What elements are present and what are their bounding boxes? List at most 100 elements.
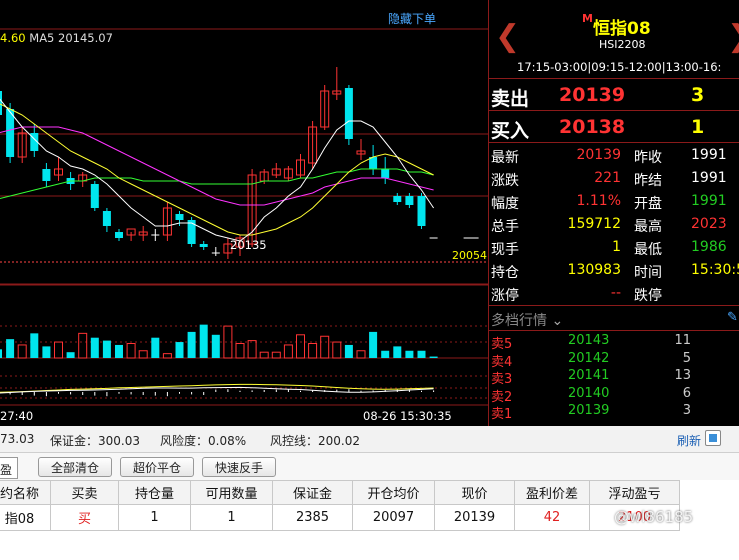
volume-bar <box>393 346 402 358</box>
table-cell: 1 <box>190 504 273 531</box>
candle-body <box>102 211 111 226</box>
refresh-icon[interactable] <box>705 430 721 446</box>
depth-level-label: 卖1 <box>491 407 513 422</box>
risk-value: 风险度：0.08% <box>160 434 247 448</box>
column-header[interactable]: 现价 <box>434 480 515 505</box>
divider <box>489 305 739 306</box>
volume-bar <box>296 334 305 359</box>
stat-label: 昨收 <box>634 150 662 166</box>
table-cell: 2385 <box>272 504 353 531</box>
quick-reverse-button[interactable]: 快速反手 <box>202 457 276 477</box>
ma-magenta-line <box>0 126 434 206</box>
depth-price[interactable]: 20140 <box>568 386 609 401</box>
depth-qty: 3 <box>682 403 691 418</box>
volume-bar <box>308 343 318 359</box>
table-row[interactable]: 指08 买 1 1 2385 20097 20139 42 2100 <box>0 504 680 531</box>
position-toolbar: 盈 全部清仓 超价平仓 快速反手 <box>0 453 739 480</box>
volume-bar <box>151 337 160 358</box>
hide-order-link[interactable]: 隐藏下单 <box>388 10 436 27</box>
double-chevron-down-icon: ⌄ <box>551 313 564 329</box>
equity-value: 73.03 <box>0 432 35 446</box>
column-header[interactable]: 盈利价差 <box>514 480 590 505</box>
volume-bar <box>344 344 353 358</box>
refresh-link[interactable]: 刷新 <box>677 432 701 449</box>
table-cell: 指08 <box>0 504 51 531</box>
candle-body <box>344 88 353 139</box>
stat-label: 开盘 <box>634 196 662 212</box>
depth-qty: 11 <box>674 333 691 348</box>
ma-legend-value: 4.60 <box>0 31 26 45</box>
column-header[interactable]: 持仓量 <box>118 480 191 505</box>
ask-price[interactable]: 20139 <box>559 84 625 106</box>
stat-label: 涨停 <box>491 288 519 304</box>
candle-body <box>42 169 51 181</box>
stat-label: 持仓 <box>491 265 519 281</box>
volume-bar <box>162 353 172 359</box>
depth-level-label: 卖5 <box>491 337 513 352</box>
depth-price[interactable]: 20139 <box>568 403 609 418</box>
depth-price[interactable]: 20142 <box>568 351 609 366</box>
stat-value: 1 <box>612 239 621 255</box>
stat-label: 最低 <box>634 242 662 258</box>
tab-profit[interactable]: 盈 <box>0 457 18 479</box>
kline-chart-canvas[interactable] <box>0 0 488 426</box>
stat-label: 跌停 <box>634 288 662 304</box>
volume-bar <box>126 343 136 359</box>
column-header[interactable]: 买卖 <box>50 480 119 505</box>
stat-label: 最高 <box>634 219 662 235</box>
depth-title[interactable]: 多档行情 ⌄ <box>491 310 563 330</box>
column-header[interactable]: 可用数量 <box>190 480 273 505</box>
low-price-label: 20135 <box>230 238 267 252</box>
stat-value: 1986 <box>691 239 727 255</box>
weibo-logo-icon <box>595 509 611 525</box>
volume-bar <box>42 346 51 358</box>
volume-bar <box>78 332 88 359</box>
depth-qty: 13 <box>674 368 691 383</box>
contract-code: HSI2208 <box>599 38 646 51</box>
volume-bar <box>235 343 245 359</box>
stat-label: 时间 <box>634 265 662 281</box>
stat-label: 昨结 <box>634 173 662 189</box>
candle-body <box>115 232 123 238</box>
volume-bar <box>247 340 257 359</box>
prev-contract-icon[interactable]: ❮ <box>495 22 520 52</box>
column-header[interactable]: 浮动盈亏 <box>589 480 680 505</box>
depth-price[interactable]: 20143 <box>568 333 609 348</box>
depth-title-text: 多档行情 <box>491 313 547 329</box>
volume-bar <box>0 349 2 358</box>
volume-bar <box>320 335 330 359</box>
next-contract-icon[interactable]: ❯ <box>727 22 739 52</box>
stat-label: 最新 <box>491 150 519 166</box>
column-header[interactable]: 开仓均价 <box>352 480 435 505</box>
bid-price[interactable]: 20138 <box>559 116 625 138</box>
table-header-row: 约名称 买卖 持仓量 可用数量 保证金 开仓均价 现价 盈利价差 浮动盈亏 <box>0 480 680 505</box>
ma-green-line <box>0 168 434 200</box>
volume-bar <box>187 331 196 358</box>
time-axis-start: 27:40 <box>0 409 34 423</box>
watermark-text: @wl86185 <box>614 508 694 526</box>
depth-qty: 6 <box>682 385 691 401</box>
divider <box>489 78 739 79</box>
candle-body <box>175 214 184 220</box>
divider <box>489 142 739 143</box>
volume-bar <box>429 356 438 358</box>
volume-bar <box>199 324 208 358</box>
super-close-button[interactable]: 超价平仓 <box>120 457 194 477</box>
candle-body <box>393 196 402 202</box>
depth-level-label: 卖3 <box>491 372 513 387</box>
stat-value: 1991 <box>691 193 727 209</box>
ask-label: 卖出 <box>491 88 530 110</box>
close-all-button[interactable]: 全部清仓 <box>38 457 112 477</box>
column-header[interactable]: 约名称 <box>0 480 51 505</box>
depth-price[interactable]: 20141 <box>568 368 609 383</box>
volume-bar <box>417 350 426 358</box>
stat-value: 221 <box>594 170 621 186</box>
ask-qty: 3 <box>691 84 705 106</box>
kline-chart[interactable]: 隐藏下单 4.60 MA5 20145.07 20135 20054 27:40… <box>0 0 488 426</box>
divider <box>489 110 739 111</box>
stat-value: -- <box>610 285 621 301</box>
watermark: @wl86185 <box>595 508 693 526</box>
volume-bar <box>102 340 111 358</box>
column-header[interactable]: 保证金 <box>272 480 353 505</box>
edit-icon[interactable]: ✎ <box>727 310 738 325</box>
